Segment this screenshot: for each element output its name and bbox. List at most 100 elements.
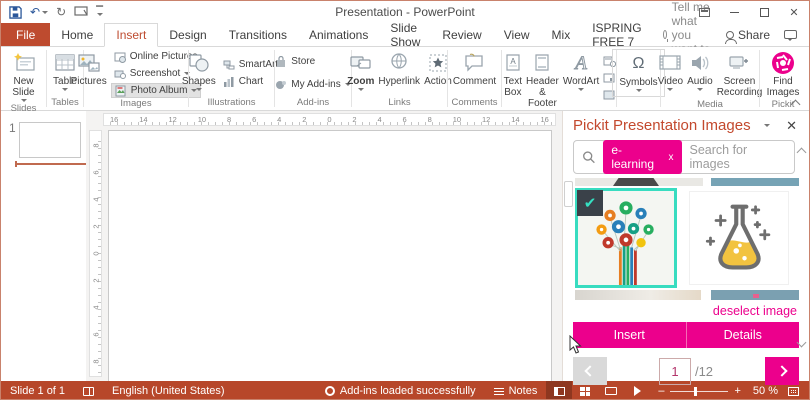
wordart-icon: A — [570, 50, 592, 75]
tab-review[interactable]: Review — [431, 23, 492, 46]
pane-scrollbar-thumb[interactable] — [564, 181, 573, 207]
zoom-out-button[interactable]: – — [658, 385, 664, 397]
ruler-tick-label: 10 — [453, 115, 461, 125]
slide-editor: 1614121086420246810121416 864202468 — [86, 111, 562, 381]
search-tag-e-learning[interactable]: e-learning x — [603, 140, 681, 174]
spellcheck-icon — [83, 387, 94, 396]
online-pictures-icon — [114, 51, 126, 63]
tab-view[interactable]: View — [493, 23, 541, 46]
tab-home[interactable]: Home — [50, 23, 104, 46]
reading-view-icon — [605, 387, 617, 395]
smartart-icon — [223, 59, 235, 71]
shapes-icon — [187, 50, 211, 75]
image-result-partial[interactable] — [711, 178, 799, 186]
my-addins-button[interactable]: My Add-ins — [272, 77, 353, 92]
language-button[interactable]: English (United States) — [103, 381, 234, 400]
tag-remove-icon[interactable]: x — [669, 152, 674, 163]
comments-pane-icon[interactable] — [784, 30, 797, 39]
image-search-box[interactable]: e-learning x Search for images — [573, 140, 795, 174]
image-result-partial[interactable] — [575, 178, 703, 186]
ribbon-tab-bar: File Home Insert Design Transitions Anim… — [1, 23, 809, 47]
group-label-media: Media — [661, 99, 759, 111]
ruler-tick-label: 4 — [91, 303, 100, 313]
hyperlink-button[interactable]: Hyperlink — [376, 49, 422, 97]
tab-design[interactable]: Design — [158, 23, 217, 46]
ruler-tick-label: 8 — [91, 141, 100, 151]
group-label-images: Images — [84, 98, 188, 110]
pictures-button[interactable]: Pictures — [69, 49, 109, 98]
slide-thumbnail[interactable] — [19, 122, 81, 158]
zoom-label: Zoom — [347, 76, 374, 87]
shapes-button[interactable]: Shapes — [180, 49, 218, 97]
ruler-tick-label: 10 — [198, 115, 206, 125]
share-label: Share — [738, 28, 770, 42]
ribbon-group-links: Zoom Hyperlink Action Links — [352, 47, 447, 110]
lightbulb-icon — [663, 30, 667, 39]
my-addins-label: My Add-ins — [291, 79, 340, 90]
addins-status[interactable]: Add-ins loaded successfully — [316, 381, 485, 400]
zoom-slider[interactable] — [670, 391, 728, 392]
pickit-logo-icon — [325, 386, 335, 396]
header-footer-button[interactable]: Header & Footer — [524, 49, 561, 110]
horizontal-ruler[interactable]: 1614121086420246810121416 — [103, 113, 556, 126]
next-page-button[interactable] — [765, 357, 799, 385]
table-dropdown-icon — [62, 88, 68, 91]
pane-close-icon[interactable]: ✕ — [786, 118, 797, 134]
image-result-partial[interactable] — [711, 290, 799, 300]
video-label: Video — [658, 76, 683, 87]
text-box-button[interactable]: A Text Box — [502, 49, 524, 110]
ruler-tick-label: 12 — [482, 115, 490, 125]
tab-insert[interactable]: Insert — [104, 23, 158, 47]
new-slide-button[interactable]: New Slide — [1, 49, 46, 103]
tab-transitions[interactable]: Transitions — [218, 23, 298, 46]
store-button[interactable]: Store — [272, 54, 353, 69]
mouse-cursor — [569, 335, 583, 355]
previous-page-button[interactable] — [573, 357, 607, 385]
deselect-image-link[interactable]: deselect image — [573, 304, 799, 318]
normal-view-button[interactable] — [546, 381, 572, 400]
details-button[interactable]: Details — [686, 322, 800, 348]
pane-scroll-down-button[interactable] — [798, 333, 805, 351]
insert-image-button[interactable]: Insert — [573, 322, 686, 348]
page-number-input[interactable]: 1 — [659, 358, 691, 385]
tab-ispring-free-7[interactable]: ISPRING FREE 7 — [581, 23, 652, 46]
ruler-tick-label: 2 — [91, 222, 100, 232]
image-result-selected[interactable]: ✔ — [575, 188, 677, 288]
screen-recording-button[interactable]: Screen Recording — [715, 49, 765, 99]
screenshot-label: Screenshot — [130, 68, 181, 79]
image-result-partial[interactable] — [575, 290, 701, 300]
pictures-icon — [77, 50, 101, 75]
ruler-tick-label: 16 — [110, 115, 118, 125]
comment-button[interactable]: Comment — [451, 49, 498, 97]
ruler-tick-label: 0 — [327, 115, 331, 125]
group-label-links: Links — [352, 97, 447, 110]
wordart-button[interactable]: A WordArt — [561, 49, 602, 110]
zoom-level-label: 50 % — [753, 385, 778, 397]
image-result-flask[interactable] — [689, 191, 789, 285]
pane-scroll-up-button[interactable] — [798, 143, 805, 161]
tab-file[interactable]: File — [1, 23, 50, 46]
slide-count[interactable]: Slide 1 of 1 — [1, 381, 74, 400]
slide-number: 1 — [9, 121, 16, 135]
image-selected-check-icon[interactable]: ✔ — [577, 190, 603, 216]
comment-icon — [463, 50, 485, 75]
slide-canvas[interactable] — [108, 130, 552, 381]
zoom-slider-thumb[interactable] — [694, 387, 697, 396]
spellcheck-button[interactable] — [74, 381, 103, 400]
group-label-comments: Comments — [448, 97, 501, 110]
zoom-button[interactable]: Zoom — [345, 49, 376, 97]
pane-options-dropdown-icon[interactable] — [764, 124, 770, 127]
collapse-ribbon-button[interactable] — [792, 100, 801, 106]
vertical-ruler[interactable]: 864202468 — [89, 130, 102, 377]
zoom-in-button[interactable]: + — [734, 385, 740, 397]
tab-animations[interactable]: Animations — [298, 23, 379, 46]
tell-me-box[interactable]: Tell me what you want to do — [653, 23, 726, 46]
pickit-pane-title: Pickit Presentation Images — [573, 117, 751, 134]
notes-button[interactable]: Notes — [485, 381, 547, 400]
tab-slide-show[interactable]: Slide Show — [379, 23, 431, 46]
video-button[interactable]: Video — [656, 49, 685, 99]
find-images-button[interactable]: Find Images — [760, 49, 806, 99]
tab-mix[interactable]: Mix — [541, 23, 582, 46]
share-button[interactable]: Share — [726, 28, 770, 42]
audio-button[interactable]: Audio — [685, 49, 715, 99]
